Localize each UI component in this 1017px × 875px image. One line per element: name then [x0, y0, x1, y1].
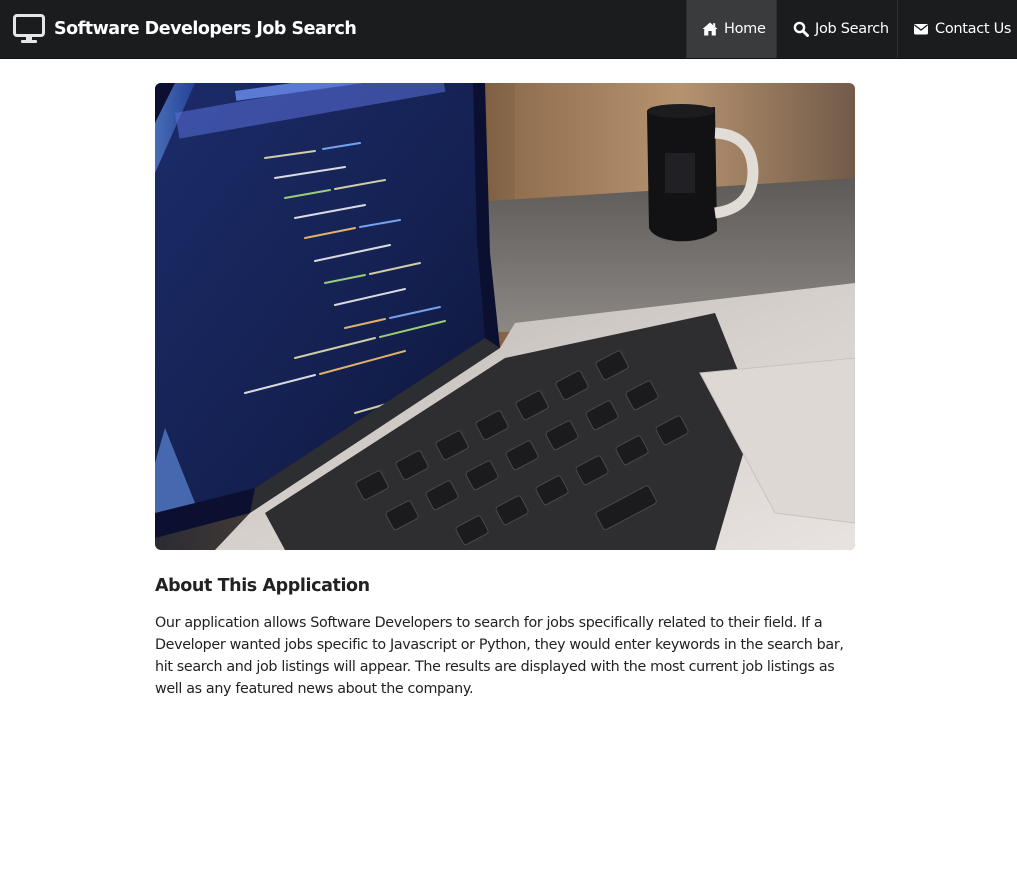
- about-heading: About This Application: [155, 576, 370, 596]
- nav-item-contact-us-label: Contact Us: [935, 21, 1012, 37]
- brand[interactable]: Software Developers Job Search: [0, 0, 686, 58]
- search-icon: [793, 21, 809, 37]
- nav-item-job-search-label: Job Search: [815, 21, 889, 37]
- nav-item-home[interactable]: Home: [686, 0, 776, 58]
- hero-image: [155, 83, 855, 550]
- desktop-monitor-icon: [13, 14, 45, 43]
- nav-item-job-search[interactable]: Job Search: [776, 0, 897, 58]
- home-icon: [702, 22, 718, 36]
- envelope-icon: [914, 24, 928, 35]
- nav-menu: Home Job Search Contact Us: [686, 0, 1017, 58]
- nav-item-home-label: Home: [724, 21, 766, 37]
- about-text: Our application allows Software Develope…: [155, 615, 844, 697]
- brand-title: Software Developers Job Search: [54, 19, 357, 39]
- nav-item-contact-us[interactable]: Contact Us: [897, 0, 1017, 58]
- top-navbar: Software Developers Job Search Home Job …: [0, 0, 1017, 59]
